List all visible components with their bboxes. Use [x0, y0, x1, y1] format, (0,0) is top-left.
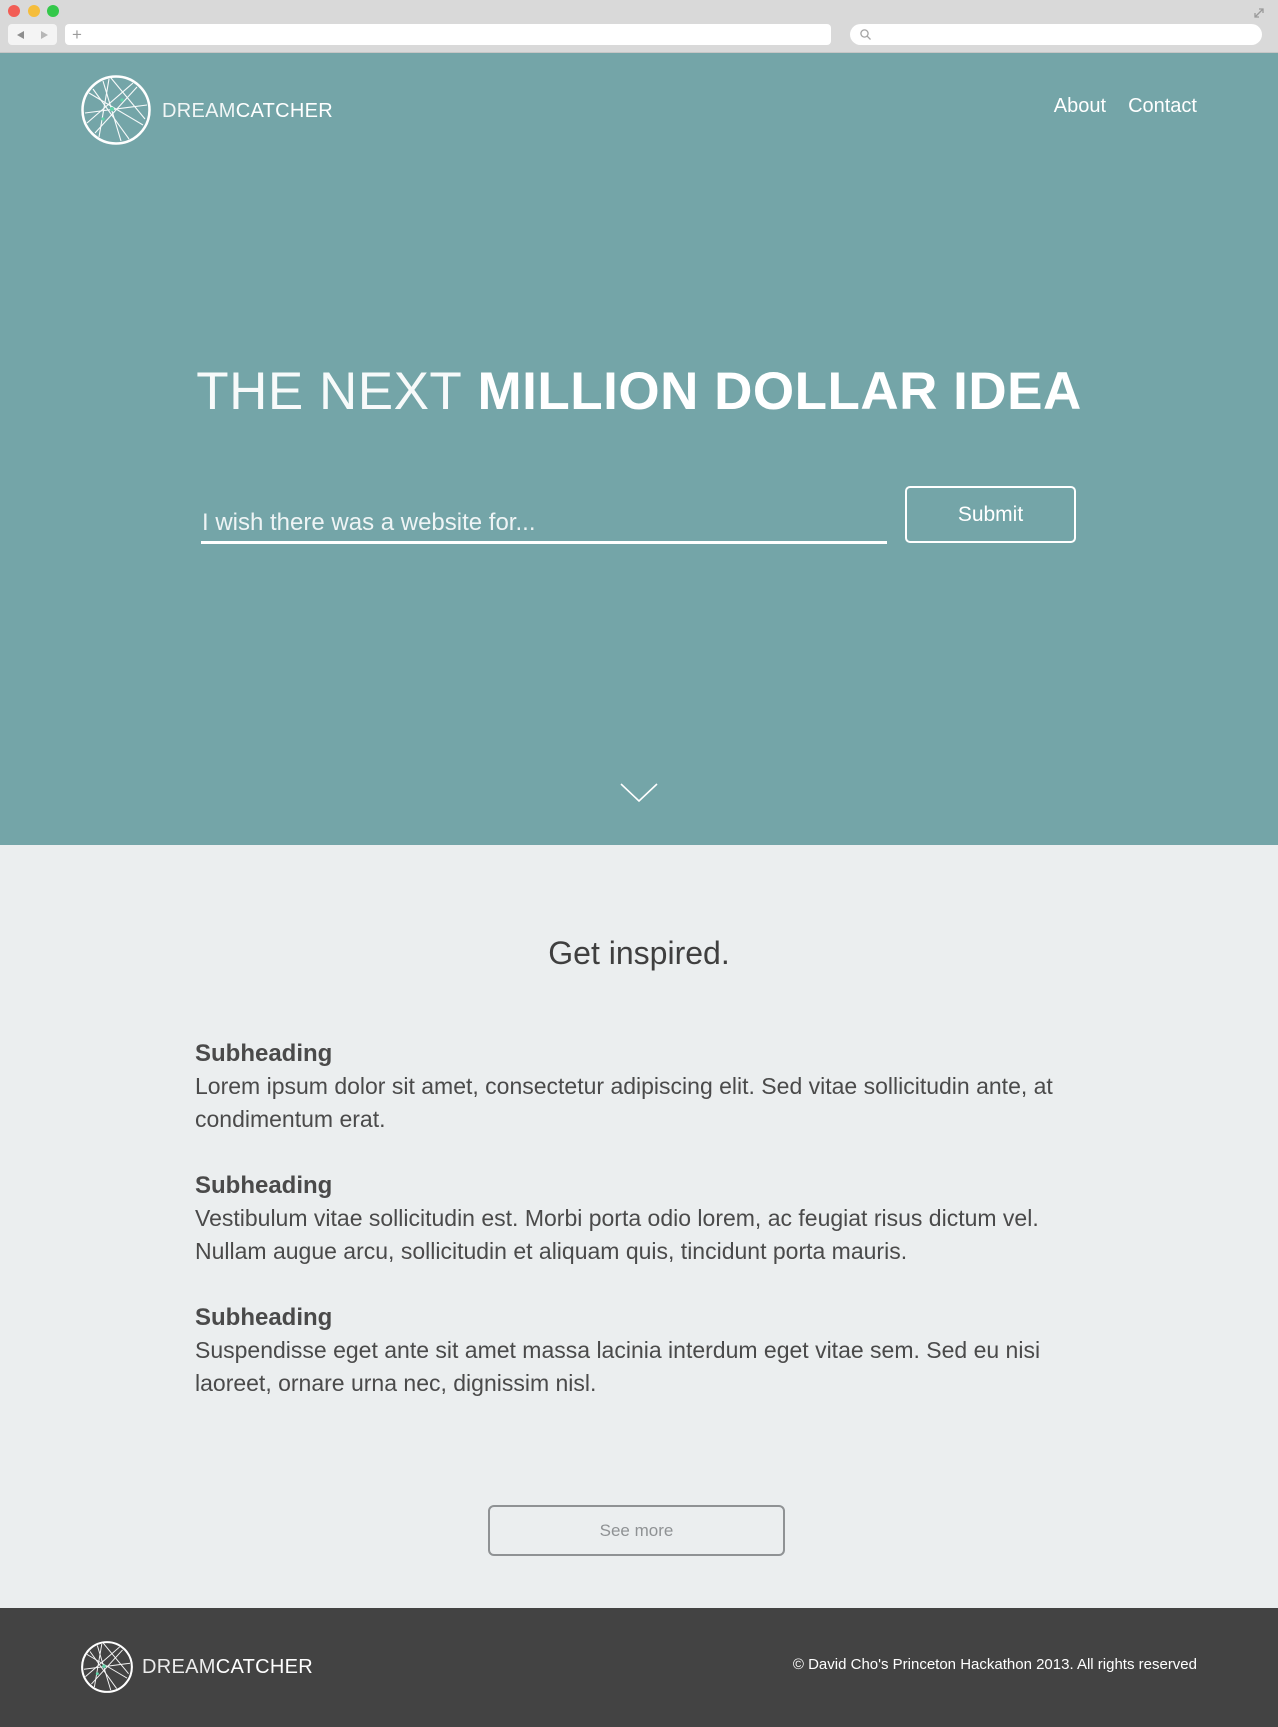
item-subheading: Subheading — [195, 1040, 333, 1067]
nav-about-link[interactable]: About — [1054, 95, 1106, 118]
maximize-window-button[interactable] — [47, 5, 59, 17]
address-bar[interactable]: + — [65, 24, 831, 45]
history-buttons — [8, 24, 57, 45]
list-item: Subheading Vestibulum vitae sollicitudin… — [195, 1169, 1075, 1268]
brand-wordmark: DREAMCATCHER — [162, 100, 334, 122]
nav-contact-link[interactable]: Contact — [1128, 95, 1197, 118]
submit-button[interactable]: Submit — [905, 486, 1076, 543]
hero-headline: THE NEXT MILLION DOLLAR IDEA — [196, 362, 1082, 421]
list-item: Subheading Lorem ipsum dolor sit amet, c… — [195, 1037, 1075, 1136]
chevron-down-icon[interactable] — [619, 782, 659, 804]
dreamcatcher-logo-icon — [81, 1641, 133, 1693]
back-button[interactable] — [8, 24, 33, 45]
arrow-right-icon — [41, 30, 49, 39]
browser-toolbar: + — [0, 0, 1278, 53]
top-navigation: About Contact — [1054, 95, 1197, 118]
search-icon — [860, 29, 871, 40]
item-subheading: Subheading — [195, 1172, 333, 1199]
dreamcatcher-logo-icon — [81, 75, 151, 145]
item-body: Lorem ipsum dolor sit amet, consectetur … — [195, 1073, 1053, 1132]
item-body: Suspendisse eget ante sit amet massa lac… — [195, 1337, 1041, 1396]
inspiration-list: Subheading Lorem ipsum dolor sit amet, c… — [195, 1037, 1075, 1433]
footer-brand-wordmark: DREAMCATCHER — [142, 1655, 314, 1678]
arrow-left-icon — [16, 30, 24, 39]
section-title: Get inspired. — [548, 935, 730, 971]
browser-search-field[interactable] — [850, 24, 1262, 45]
see-more-button[interactable]: See more — [488, 1505, 785, 1556]
hero-section: DREAMCATCHER About Contact THE NEXT MILL… — [0, 53, 1278, 845]
close-window-button[interactable] — [8, 5, 20, 17]
brand-logo-link[interactable]: DREAMCATCHER — [81, 75, 333, 145]
item-subheading: Subheading — [195, 1304, 333, 1331]
site-footer: DREAMCATCHER © David Cho's Princeton Hac… — [0, 1608, 1278, 1727]
fullscreen-icon[interactable] — [1252, 6, 1266, 20]
inspiration-section: Get inspired. Subheading Lorem ipsum dol… — [0, 845, 1278, 1608]
list-item: Subheading Suspendisse eget ante sit ame… — [195, 1301, 1075, 1400]
footer-brand-link[interactable]: DREAMCATCHER — [81, 1641, 313, 1693]
browser-window: + DREAMCATCHER About Contact THE NEXT MI… — [0, 0, 1278, 1727]
copyright-text: © David Cho's Princeton Hackathon 2013. … — [792, 1656, 1197, 1673]
minimize-window-button[interactable] — [28, 5, 40, 17]
idea-input[interactable] — [201, 505, 887, 544]
item-body: Vestibulum vitae sollicitudin est. Morbi… — [195, 1205, 1039, 1264]
new-tab-icon[interactable]: + — [72, 24, 82, 45]
forward-button[interactable] — [33, 24, 58, 45]
